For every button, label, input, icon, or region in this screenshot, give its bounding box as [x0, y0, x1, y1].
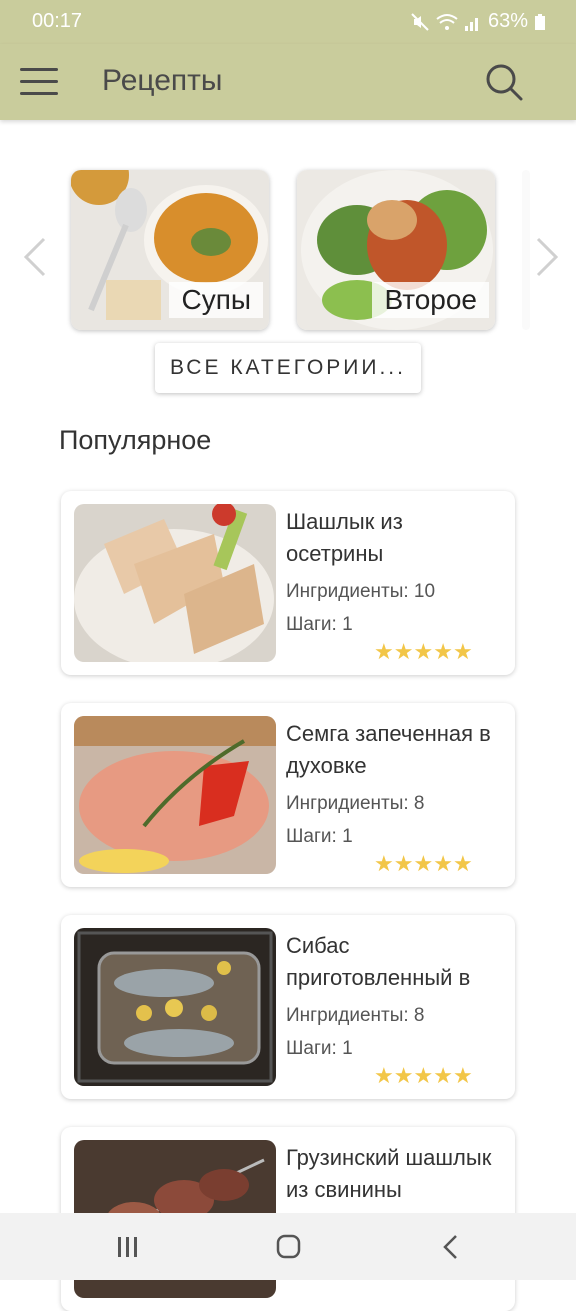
category-card-soups[interactable]: Супы	[71, 170, 269, 330]
star-icon: ★	[413, 1063, 434, 1088]
recipe-ingredients: Ингридиенты: 8	[286, 793, 425, 814]
star-icon: ★	[374, 851, 394, 876]
recipe-name: Грузинский шашлык из свинины	[286, 1145, 492, 1202]
search-icon[interactable]	[484, 62, 524, 102]
category-card-main-course[interactable]: Второе	[297, 170, 495, 330]
recipe-card[interactable]: Семга запеченная в духовке Ингридиенты: …	[61, 703, 515, 887]
star-icon: ★	[452, 639, 473, 664]
home-icon[interactable]	[268, 1231, 308, 1263]
star-icon: ★	[374, 1063, 394, 1088]
star-icon: ★	[452, 1063, 473, 1088]
recipe-name: Шашлык из осетрины	[286, 509, 403, 566]
star-icon: ★	[413, 639, 434, 664]
recipe-name: Сибас приготовленный в	[286, 933, 471, 990]
status-icons: 63%	[410, 10, 546, 33]
status-time: 00:17	[32, 10, 83, 32]
recipe-steps: Шаги: 1	[286, 614, 353, 635]
star-icon: ★	[433, 639, 453, 664]
star-icon: ★	[393, 1063, 414, 1088]
rating-stars: ★★★★★	[374, 851, 473, 877]
chevron-left-icon[interactable]	[20, 235, 48, 279]
wifi-icon	[436, 13, 458, 30]
app-bar: Рецепты	[0, 44, 576, 120]
recipe-steps: Шаги: 1	[286, 826, 353, 847]
star-icon: ★	[393, 851, 414, 876]
back-icon[interactable]	[430, 1231, 470, 1263]
mute-icon	[411, 12, 429, 31]
signal-icon	[464, 17, 478, 31]
category-label: Второе	[372, 282, 489, 318]
star-icon: ★	[433, 1063, 453, 1088]
recipe-card[interactable]: Сибас приготовленный в Ингридиенты: 8 Ша…	[61, 915, 515, 1099]
recipe-ingredients: Ингридиенты: 8	[286, 1005, 425, 1026]
chevron-right-icon[interactable]	[534, 235, 562, 279]
category-label: Супы	[169, 282, 263, 318]
system-nav-bar	[0, 1213, 576, 1280]
category-carousel: Супы Второе	[0, 160, 576, 350]
section-title-popular: Популярное	[59, 425, 212, 455]
battery-icon	[535, 13, 545, 30]
battery-percent: 63%	[487, 10, 528, 32]
star-icon: ★	[393, 639, 414, 664]
star-icon: ★	[452, 851, 473, 876]
rating-stars: ★★★★★	[374, 639, 473, 665]
rating-stars: ★★★★★	[374, 1063, 473, 1089]
page-title: Рецепты	[102, 64, 223, 97]
recipe-name: Семга запеченная в духовке	[286, 721, 491, 778]
recipe-card[interactable]: Шашлык из осетрины Ингридиенты: 10 Шаги:…	[61, 491, 515, 675]
recipe-image	[74, 928, 276, 1086]
recipe-image	[74, 504, 276, 662]
all-categories-button[interactable]: ВСЕ КАТЕГОРИИ...	[155, 343, 421, 393]
recipe-steps: Шаги: 1	[286, 1038, 353, 1059]
recipe-ingredients: Ингридиенты: 10	[286, 581, 436, 602]
next-category-peek	[522, 170, 530, 330]
star-icon: ★	[413, 851, 434, 876]
status-bar: 00:17 63%	[0, 0, 576, 44]
recent-apps-icon[interactable]	[108, 1231, 148, 1263]
star-icon: ★	[374, 639, 394, 664]
recipe-image	[74, 716, 276, 874]
menu-icon[interactable]	[20, 68, 58, 96]
star-icon: ★	[433, 851, 453, 876]
